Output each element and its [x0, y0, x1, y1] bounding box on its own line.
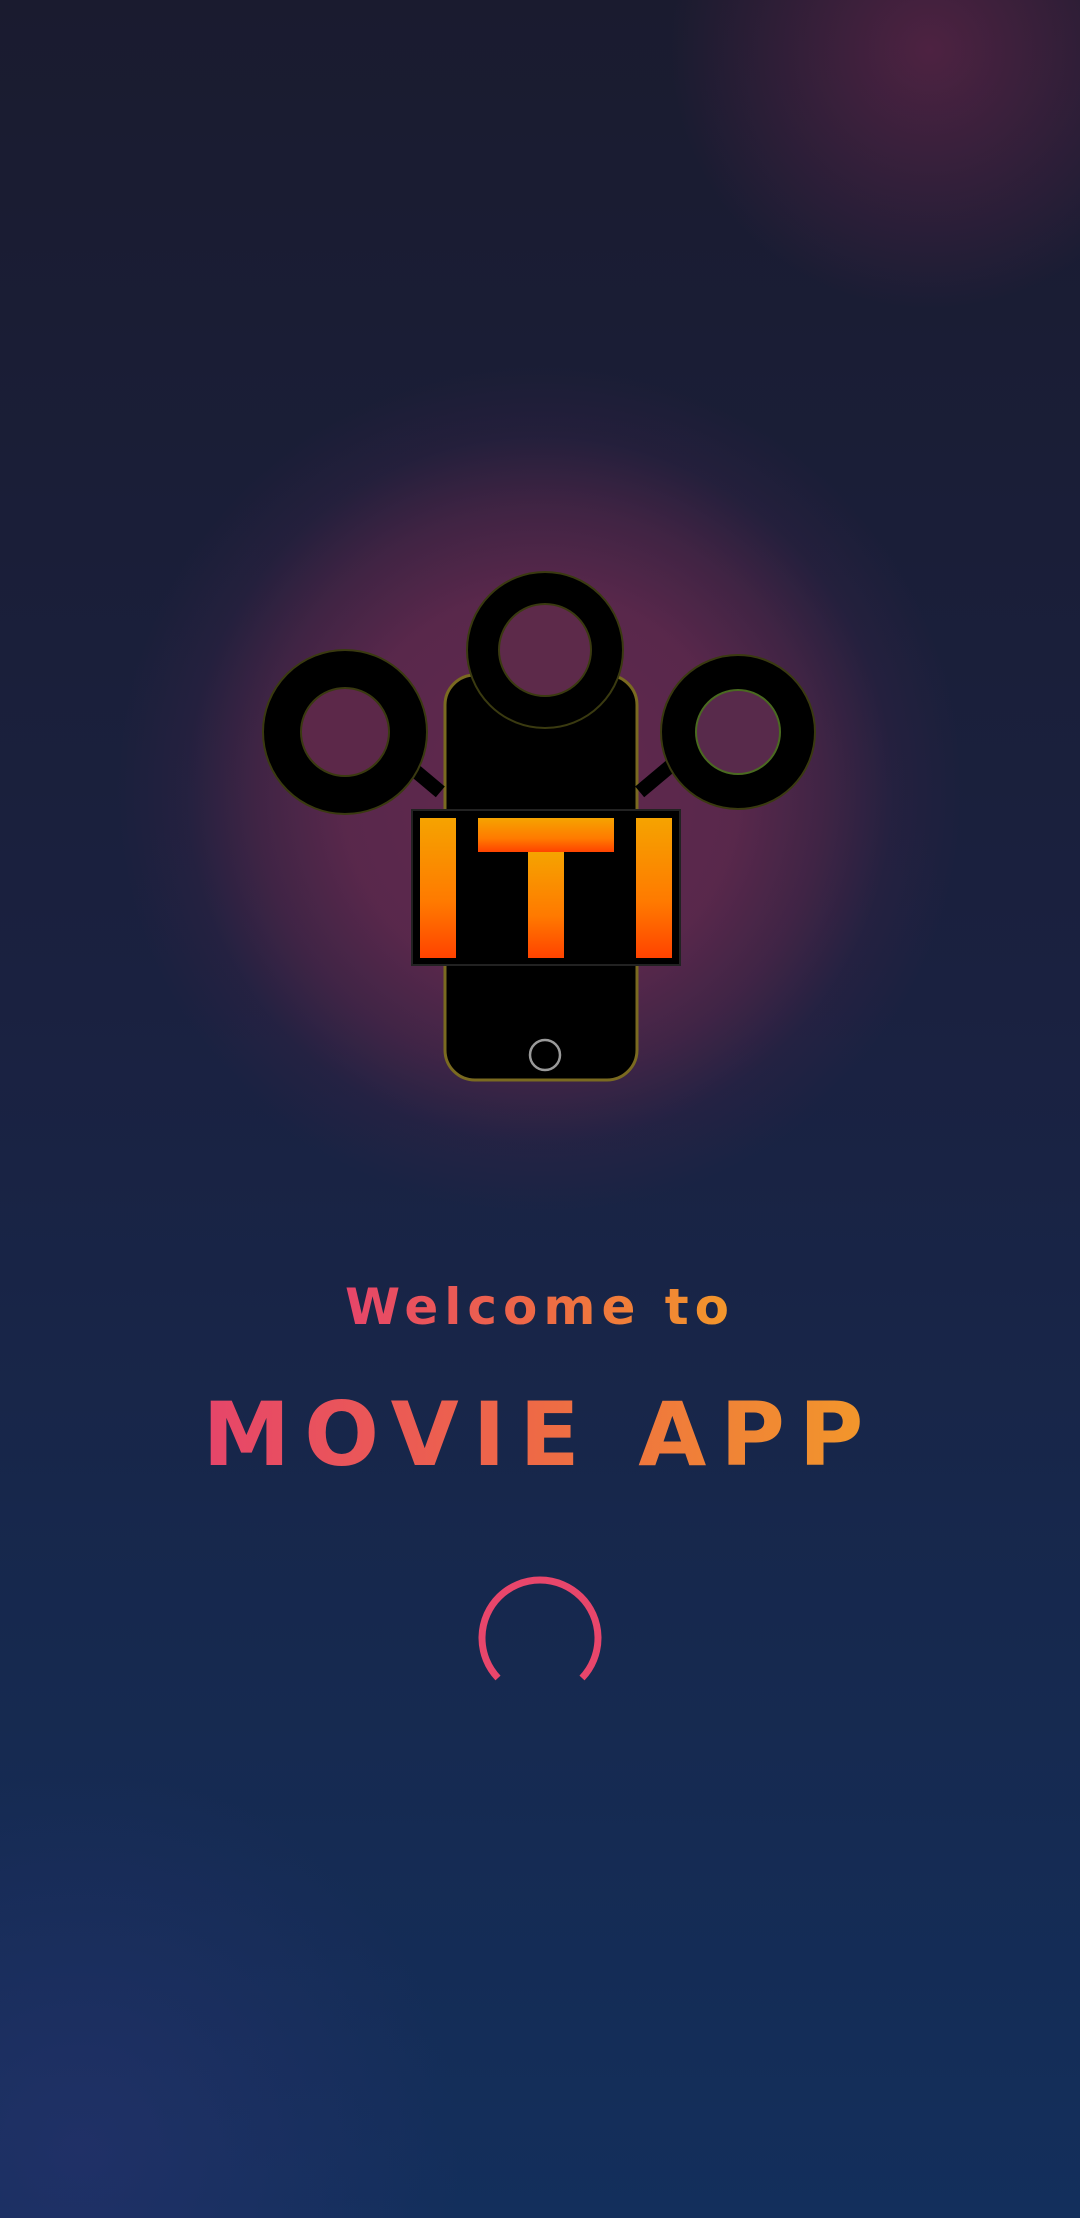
app-title-wrap: MOVIE APP: [0, 1380, 1080, 1490]
splash-screen: Welcome to MOVIE APP: [0, 0, 1080, 2218]
app-title: MOVIE APP: [203, 1380, 878, 1490]
welcome-text-wrap: Welcome to: [0, 1272, 1080, 1342]
loading-spinner-icon: [478, 1576, 602, 1681]
welcome-text: Welcome to: [345, 1272, 735, 1342]
iti-camera-logo: [262, 571, 816, 1082]
